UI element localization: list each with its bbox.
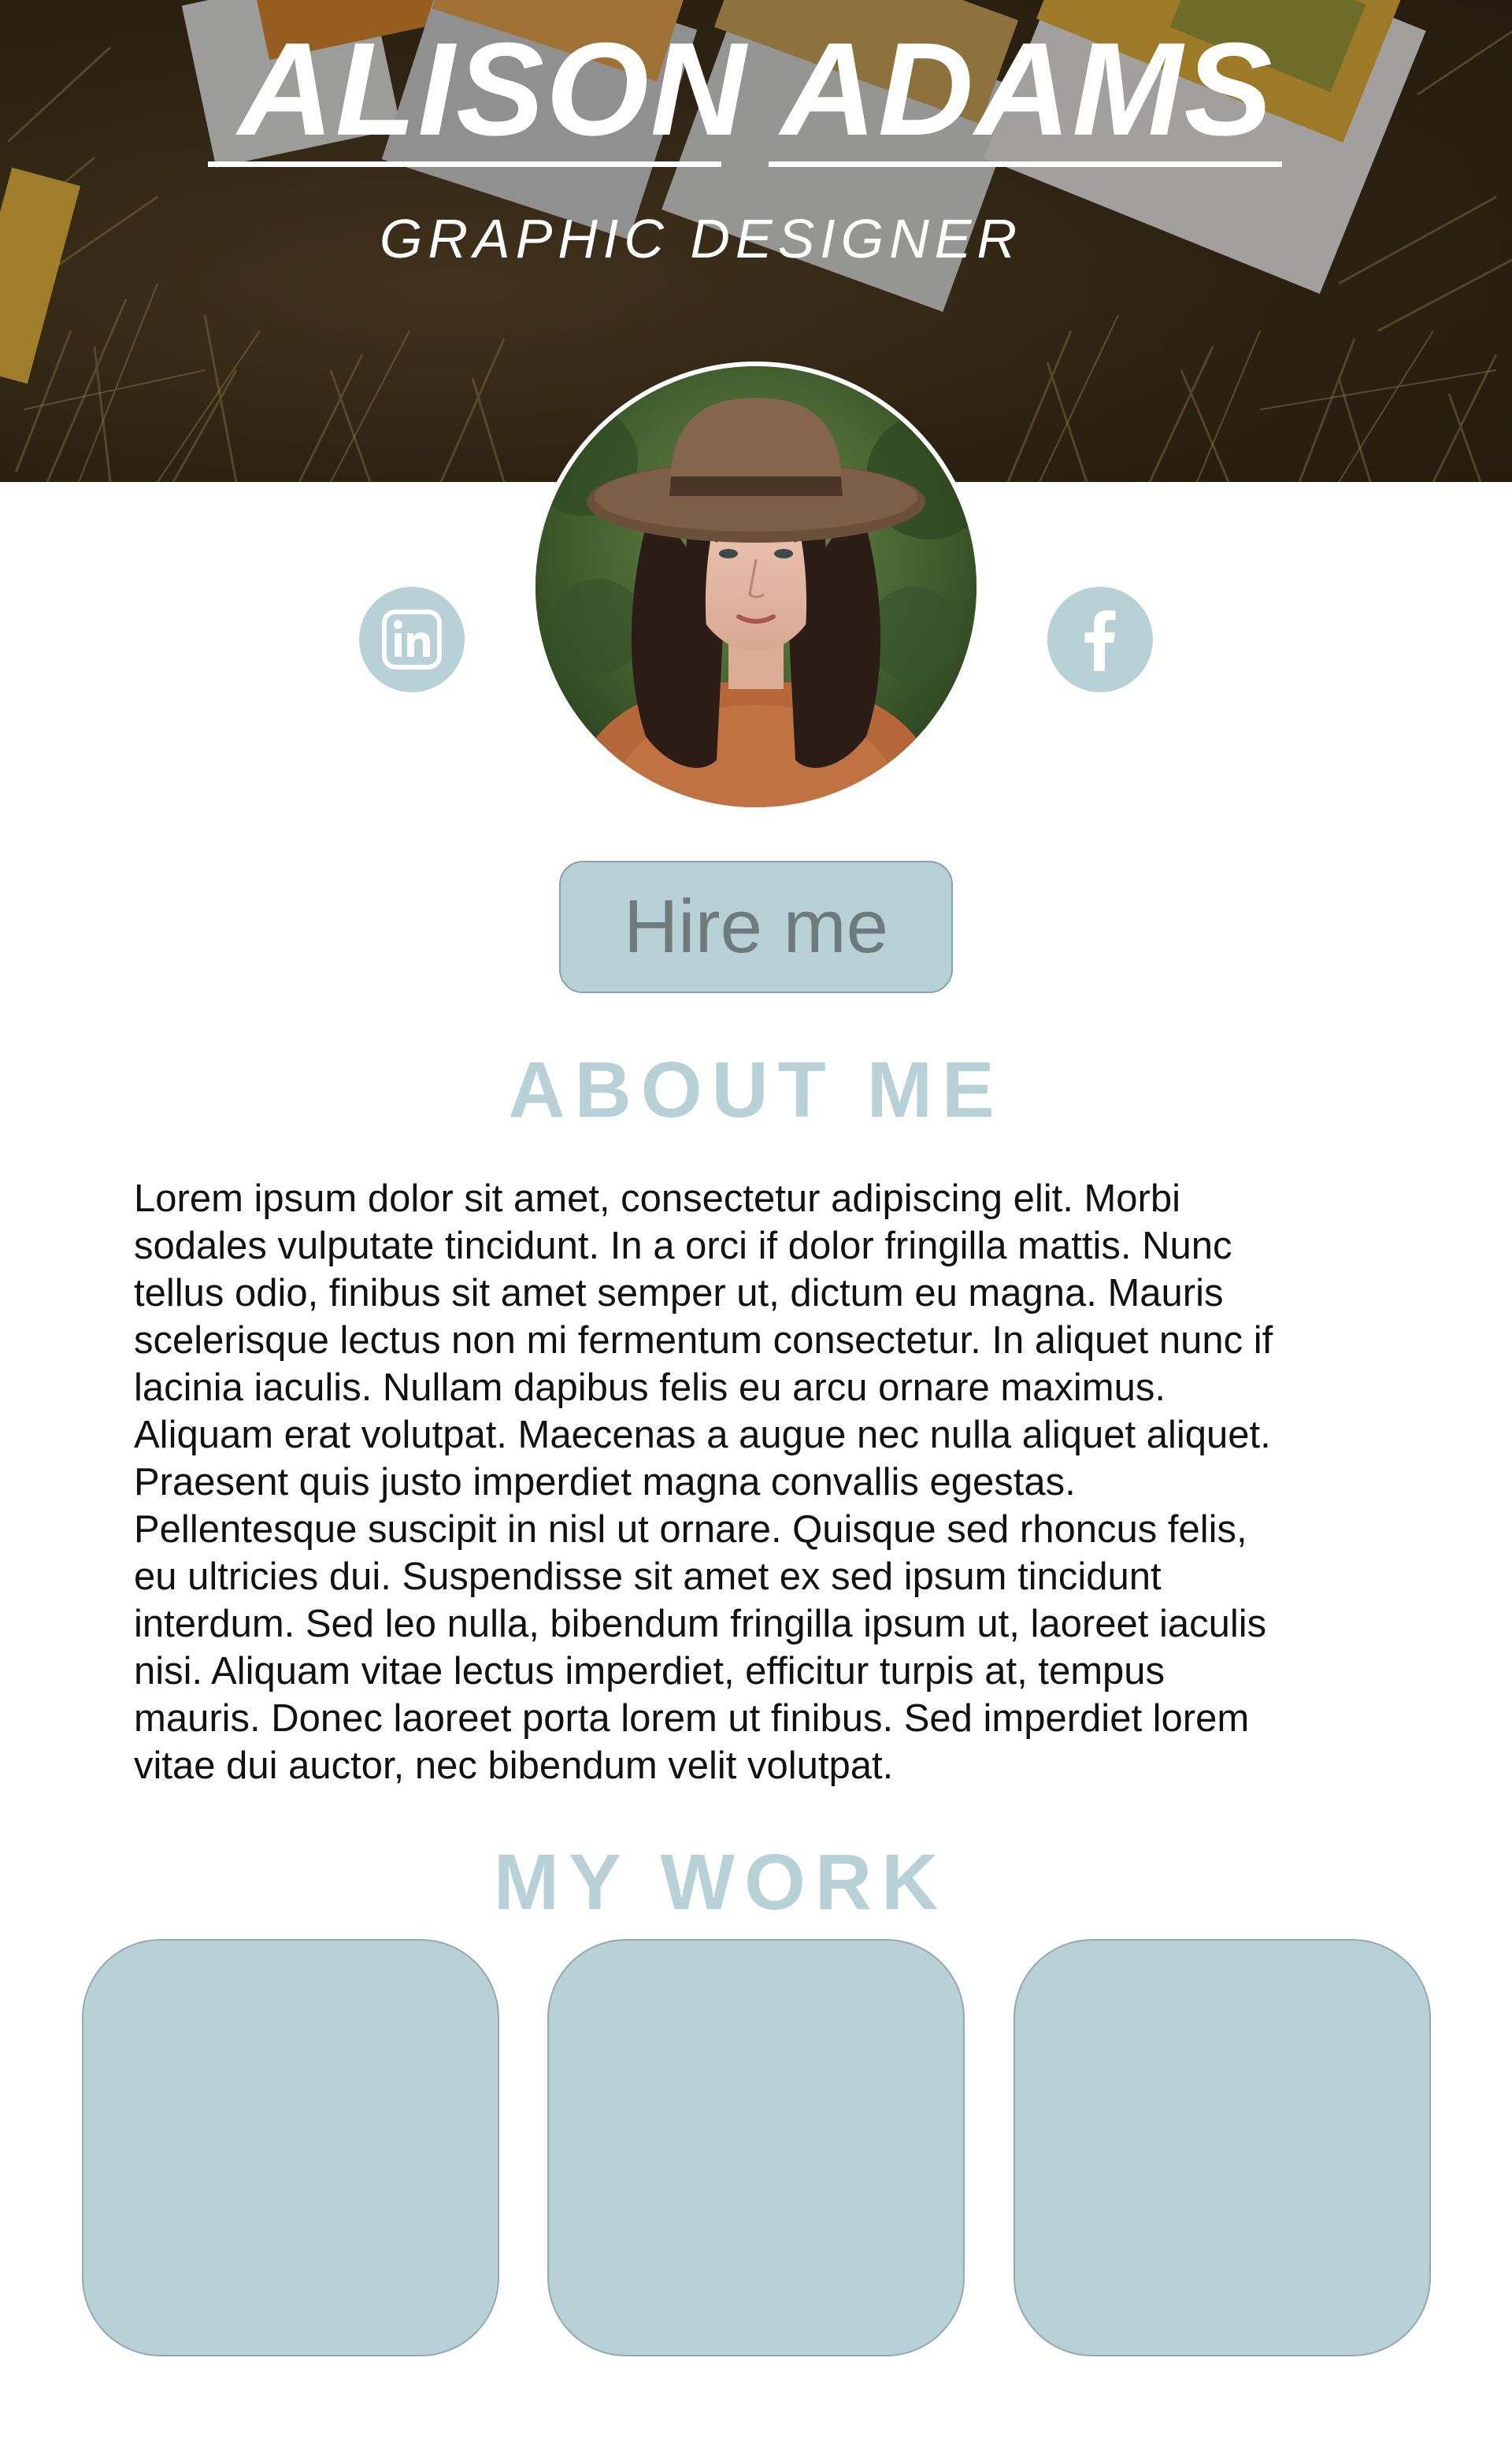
portrait-photo <box>536 366 976 807</box>
facebook-button[interactable] <box>1047 587 1153 692</box>
title-underline-left <box>208 161 721 167</box>
work-card-1[interactable] <box>82 1939 499 2356</box>
about-line: Lorem ipsum dolor sit amet, consectetur … <box>134 1177 1181 1220</box>
about-line: Praesent quis justo imperdiet magna conv… <box>134 1461 1076 1503</box>
title-underline-right <box>769 161 1282 167</box>
about-line: tellus odio, finibus sit amet semper ut,… <box>134 1272 1224 1314</box>
about-heading: ABOUT ME <box>508 1046 1004 1134</box>
about-line: interdum. Sed leo nulla, bibendum fringi… <box>134 1603 1267 1645</box>
about-paragraph: Lorem ipsum dolor sit amet, consectetur … <box>134 1175 1378 1789</box>
about-line: lacinia iaculis. Nullam dapibus felis eu… <box>134 1366 1166 1409</box>
profile-avatar <box>531 361 981 812</box>
facebook-icon <box>1084 610 1116 671</box>
about-line: vitae dui auctor, nec bibendum velit vol… <box>134 1744 894 1787</box>
about-line: Aliquam erat volutpat. Maecenas a augue … <box>134 1414 1271 1456</box>
work-card-2[interactable] <box>547 1939 965 2356</box>
about-line: Pellentesque suscipit in nisl ut ornare.… <box>134 1508 1247 1551</box>
about-line: scelerisque lectus non mi fermentum cons… <box>134 1319 1273 1362</box>
portfolio-page: ALISON ADAMS GRAPHIC DESIGNER Hire me AB… <box>0 0 1512 2447</box>
hero-title: ALISON ADAMS <box>238 15 1274 163</box>
about-line: eu ultricies dui. Suspendisse sit amet e… <box>134 1555 1162 1598</box>
about-line: nisi. Aliquam vitae lectus imperdiet, ef… <box>134 1650 1166 1693</box>
about-line: sodales vulputate tincidunt. In a orci i… <box>134 1225 1232 1267</box>
linkedin-button[interactable] <box>359 587 465 692</box>
hero-subtitle: GRAPHIC DESIGNER <box>380 208 1022 269</box>
linkedin-icon <box>382 610 442 669</box>
work-card-3[interactable] <box>1014 1939 1431 2356</box>
about-line: mauris. Donec laoreet porta lorem ut fin… <box>134 1697 1250 1740</box>
hire-me-button[interactable]: Hire me <box>559 861 953 993</box>
work-heading: MY WORK <box>493 1838 948 1926</box>
